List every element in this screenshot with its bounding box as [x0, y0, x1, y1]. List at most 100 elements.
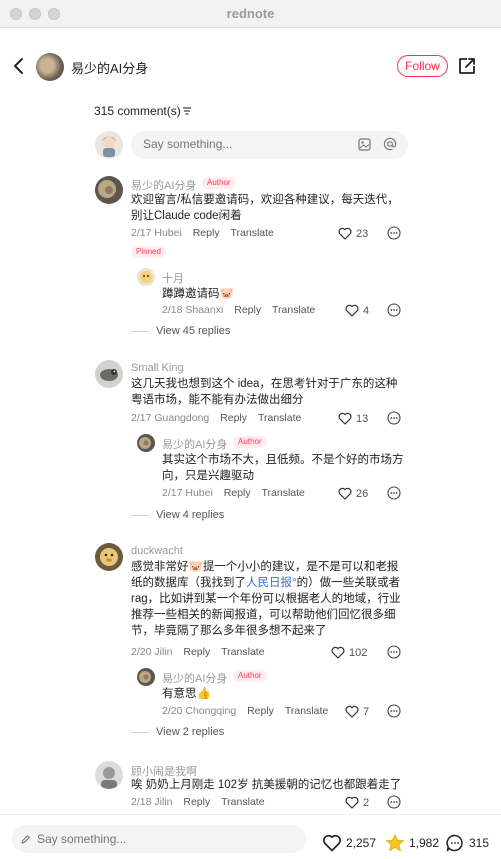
reply-username[interactable]: 易少的AI分身: [162, 670, 227, 686]
reply-username[interactable]: 易少的AI分身: [162, 436, 227, 452]
reply-button[interactable]: Reply: [183, 646, 210, 658]
view-replies-link[interactable]: View 4 replies: [131, 509, 224, 521]
author-name[interactable]: 易少的AI分身: [71, 58, 148, 77]
view-replies-label: View 45 replies: [156, 325, 231, 337]
news-link[interactable]: 人民日报°: [246, 577, 297, 589]
comment-username[interactable]: 易少的AI分身: [131, 177, 196, 193]
back-icon[interactable]: [10, 56, 28, 76]
more-options-icon[interactable]: [387, 486, 401, 500]
reply-avatar[interactable]: [137, 268, 155, 286]
comment-username[interactable]: duckwacht: [131, 545, 183, 557]
like-count: 13: [356, 412, 369, 425]
like-button[interactable]: 26: [338, 487, 368, 500]
follow-button[interactable]: Follow: [397, 55, 448, 77]
like-button[interactable]: 4: [345, 304, 369, 317]
heart-icon: [345, 304, 359, 317]
translate-button[interactable]: Translate: [221, 796, 264, 808]
author-badge: Author: [202, 177, 236, 189]
post-header: 易少的AI分身 Follow: [0, 44, 501, 88]
comment-count: 315 comment(s): [94, 104, 181, 118]
heart-icon: [338, 487, 352, 500]
image-icon[interactable]: [358, 138, 371, 151]
like-count: 7: [363, 705, 370, 718]
reply-date: 2/18: [162, 304, 183, 316]
comment-location: Jilin: [154, 796, 173, 808]
like-button[interactable]: 7: [345, 705, 369, 718]
my-avatar: [95, 131, 123, 159]
like-button[interactable]: 102: [331, 646, 367, 659]
window-titlebar: rednote: [0, 0, 501, 28]
reply-button[interactable]: Reply: [183, 796, 210, 808]
commenter-avatar[interactable]: [95, 360, 123, 388]
translate-button[interactable]: Translate: [221, 646, 264, 658]
view-replies-label: View 4 replies: [156, 509, 225, 521]
reply-username[interactable]: 十月: [162, 270, 184, 286]
commenter-avatar[interactable]: [95, 543, 123, 571]
comment-location: Guangdong: [154, 412, 210, 424]
comment-meta: 2/17 Guangdong Reply Translate: [131, 412, 301, 424]
mention-icon[interactable]: [383, 137, 397, 151]
reply-meta: 2/18 Shaanxi Reply Translate: [162, 304, 315, 316]
reply-button[interactable]: Reply: [247, 705, 274, 717]
comment-date: 2/18: [131, 796, 152, 808]
bottom-comment-input[interactable]: [12, 825, 306, 853]
author-avatar[interactable]: [36, 53, 64, 81]
comment-text: 唉 奶奶上月刚走 102岁 抗美援朝的记忆也都跟着走了: [131, 779, 402, 791]
translate-button[interactable]: Translate: [258, 412, 301, 424]
comment-total: 315: [469, 836, 490, 850]
commenter-avatar[interactable]: [95, 176, 123, 204]
bottom-comment-field[interactable]: [37, 832, 237, 846]
more-options-icon[interactable]: [387, 645, 401, 659]
reply-date: 2/20: [162, 705, 183, 717]
like-count: 4: [363, 304, 370, 317]
more-options-icon[interactable]: [387, 704, 401, 718]
heart-icon: [345, 796, 359, 809]
reply-location: Hubei: [185, 487, 213, 499]
reply-button[interactable]: Reply: [234, 304, 261, 316]
comment-text: 这几天我也想到这个 idea，在思考针对于广东的这种粤语市场，能不能有办法做出细…: [131, 378, 398, 406]
translate-button[interactable]: Translate: [272, 304, 315, 316]
author-badge: Author: [233, 670, 267, 682]
more-options-icon[interactable]: [387, 226, 401, 240]
more-options-icon[interactable]: [387, 303, 401, 317]
like-count: 26: [356, 487, 369, 500]
comment-meta: 2/18 Jilin Reply Translate: [131, 796, 265, 808]
reply-location: Shaanxi: [185, 304, 224, 316]
divider-line: [131, 514, 149, 516]
more-options-icon[interactable]: [387, 795, 401, 809]
reply-button[interactable]: Reply: [193, 227, 220, 239]
translate-button[interactable]: Translate: [285, 705, 328, 717]
comment-bubble-icon: [446, 834, 463, 852]
like-button[interactable]: 13: [338, 412, 368, 425]
view-replies-link[interactable]: View 45 replies: [131, 325, 230, 337]
comment-text: 欢迎留言/私信要邀请码，欢迎各种建议，每天迭代，别让Claude code闲着: [131, 194, 399, 222]
reply-avatar[interactable]: [137, 434, 155, 452]
reply-text: 有意思👍: [162, 688, 211, 700]
bottom-action-bar: 2,257 1,982 315: [0, 814, 501, 859]
sort-icon[interactable]: [182, 106, 192, 116]
like-button[interactable]: 2: [345, 796, 369, 809]
comments-button[interactable]: 315: [445, 833, 489, 853]
comment-location: Jilin: [154, 646, 173, 658]
comment-username[interactable]: Small King: [131, 362, 184, 374]
view-replies-link[interactable]: View 2 replies: [131, 726, 224, 738]
more-options-icon[interactable]: [387, 411, 401, 425]
commenter-avatar[interactable]: [95, 761, 123, 789]
reply-location: Chongqing: [185, 705, 237, 717]
author-badge: Author: [233, 436, 267, 448]
reply-avatar[interactable]: [137, 668, 155, 686]
share-icon[interactable]: [457, 56, 477, 76]
star-icon: [386, 834, 404, 852]
heart-icon: [345, 705, 359, 718]
reply-date: 2/17: [162, 487, 183, 499]
comment-date: 2/17: [131, 412, 152, 424]
post-like-button[interactable]: 2,257: [322, 833, 376, 853]
favorite-button[interactable]: 1,982: [385, 833, 439, 853]
translate-button[interactable]: Translate: [262, 487, 305, 499]
translate-button[interactable]: Translate: [231, 227, 274, 239]
reply-button[interactable]: Reply: [220, 412, 247, 424]
comment-date: 2/20: [131, 646, 152, 658]
comment-input-field[interactable]: [143, 137, 343, 151]
like-button[interactable]: 23: [338, 227, 368, 240]
reply-button[interactable]: Reply: [224, 487, 251, 499]
